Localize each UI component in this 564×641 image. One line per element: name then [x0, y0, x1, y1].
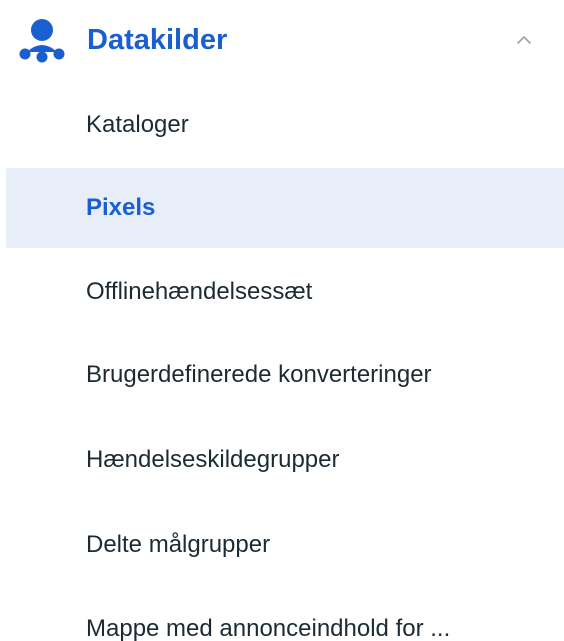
nav-item-label: Offlinehændelsessæt [86, 278, 313, 305]
nav-item-label: Hændelseskildegrupper [86, 446, 340, 473]
nav-item-kataloger[interactable]: Kataloger [6, 85, 564, 165]
nav-item-label: Mappe med annonceindhold for ... [86, 615, 451, 641]
nav-item-label: Pixels [86, 194, 156, 221]
section-header-datakilder[interactable]: Datakilder [0, 0, 564, 80]
nav-item-pixels[interactable]: Pixels [6, 168, 564, 248]
chevron-up-icon[interactable] [512, 30, 536, 50]
nav-item-custom-conversions[interactable]: Brugerdefinerede konverteringer [6, 335, 564, 415]
nav-item-label: Kataloger [86, 111, 189, 138]
nav-item-creative-folder[interactable]: Mappe med annonceindhold for ... [6, 589, 564, 641]
nav-item-label: Delte målgrupper [86, 531, 271, 558]
nav-item-event-source-groups[interactable]: Hændelseskildegrupper [6, 420, 564, 500]
nav-item-label: Brugerdefinerede konverteringer [86, 361, 432, 388]
data-sources-icon [19, 19, 65, 63]
nav-item-offline-event-sets[interactable]: Offlinehændelsessæt [6, 252, 564, 332]
section-title: Datakilder [87, 24, 228, 56]
nav-item-shared-audiences[interactable]: Delte målgrupper [6, 505, 564, 585]
